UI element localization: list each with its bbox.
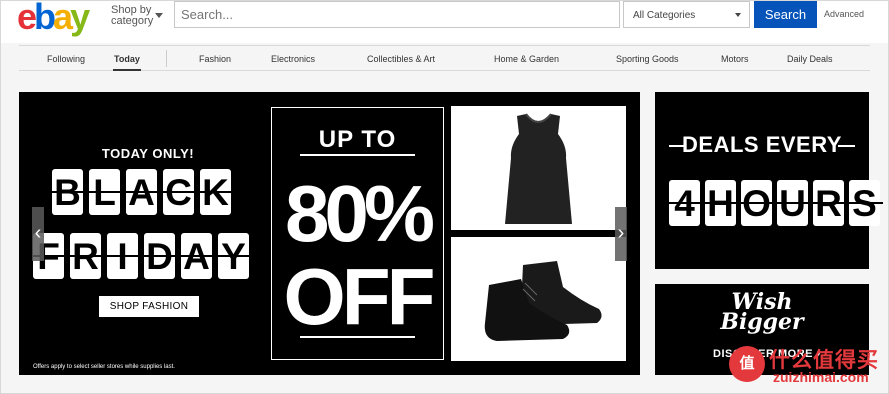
flap-letter: U [774, 180, 811, 226]
category-select-value: All Categories [633, 10, 696, 21]
category-label: category [111, 15, 154, 27]
hours-flap-word: 4 H O U R S [666, 180, 883, 226]
deals-every-4-hours-banner[interactable]: DEALS EVERY 4 H O U R S [655, 92, 883, 269]
flap-letter: D [141, 233, 178, 279]
flap-letter: 4 [666, 180, 703, 226]
nav-item-collectibles-art[interactable]: Collectibles & Art [367, 54, 435, 64]
shop-by-category-button[interactable]: Shop by category [111, 5, 163, 27]
shop-fashion-button[interactable]: SHOP FASHION [99, 296, 199, 317]
nav-divider [166, 50, 167, 67]
black-flap-word: B L A C K [49, 169, 234, 215]
nav-item-motors[interactable]: Motors [721, 54, 749, 64]
chevron-down-icon [735, 13, 741, 17]
promo-percent: 80% [284, 169, 435, 258]
nav-item-today[interactable]: Today [113, 54, 141, 71]
flap-letter: I [104, 233, 141, 279]
advanced-search-link[interactable]: Advanced [824, 9, 864, 19]
watermark-url: zuizhimai.com [773, 369, 869, 385]
carousel-prev-arrow[interactable]: ‹ [32, 207, 44, 261]
nav-item-daily-deals[interactable]: Daily Deals [787, 54, 833, 64]
bigger-text: Bigger [720, 309, 804, 335]
chevron-down-icon [155, 13, 163, 18]
nav-item-fashion[interactable]: Fashion [199, 54, 231, 64]
flap-letter: H [702, 180, 739, 226]
dress-icon [505, 113, 572, 224]
nav-item-sporting-goods[interactable]: Sporting Goods [616, 54, 679, 64]
flap-letter: O [738, 180, 775, 226]
nav-item-home-garden[interactable]: Home & Garden [494, 54, 559, 64]
flap-letter: A [178, 233, 215, 279]
dress-product-image[interactable] [451, 106, 626, 230]
nav-item-following[interactable]: Following [47, 54, 85, 64]
flap-letter: R [67, 233, 104, 279]
watermark-badge: 值 [729, 346, 765, 382]
ebay-logo[interactable]: ebay [17, 0, 90, 37]
flap-letter: K [197, 169, 234, 215]
promo-up-to: UP TO [318, 126, 397, 153]
ebay-homepage: ebay Shop by category All Categories Sea… [0, 0, 889, 394]
site-watermark: 值 什么值得买 zuizhimai.com [729, 344, 888, 390]
nav-item-electronics[interactable]: Electronics [271, 54, 315, 64]
shoes-product-image[interactable] [451, 237, 626, 361]
search-button[interactable]: Search [754, 1, 817, 28]
flap-letter: R [810, 180, 847, 226]
carousel-next-arrow[interactable]: › [615, 207, 627, 261]
flap-letter: C [160, 169, 197, 215]
promo-off: OFF [283, 252, 436, 341]
friday-flap-word: F R I D A Y [30, 233, 252, 279]
shoes-icon [484, 261, 602, 341]
black-friday-banner[interactable]: TODAY ONLY! B L A C K F R I D A Y SHOP F… [19, 92, 640, 375]
flap-letter: B [49, 169, 86, 215]
fine-print: Offers apply to select seller stores whi… [33, 364, 175, 370]
search-input[interactable] [174, 1, 620, 28]
promo-divider [300, 154, 415, 156]
logo-letter: a [53, 0, 73, 37]
dash-divider [838, 145, 855, 147]
deals-headline: DEALS EVERY [682, 132, 842, 157]
logo-letter: b [34, 0, 56, 37]
flap-letter: Y [215, 233, 252, 279]
today-only-label: TODAY ONLY! [101, 146, 195, 161]
flap-letter: S [846, 180, 883, 226]
logo-letter: e [17, 0, 37, 37]
promo-divider [300, 336, 415, 338]
header: ebay Shop by category All Categories Sea… [1, 0, 888, 43]
promo-box: UP TO 80% OFF [271, 107, 444, 360]
flap-letter: L [86, 169, 123, 215]
category-select[interactable]: All Categories [623, 1, 750, 28]
category-nav: Following Today Fashion Electronics Coll… [19, 45, 870, 71]
flap-letter: A [123, 169, 160, 215]
logo-letter: y [70, 0, 90, 37]
wish-bigger-logo: Wish Bigger [655, 291, 869, 335]
